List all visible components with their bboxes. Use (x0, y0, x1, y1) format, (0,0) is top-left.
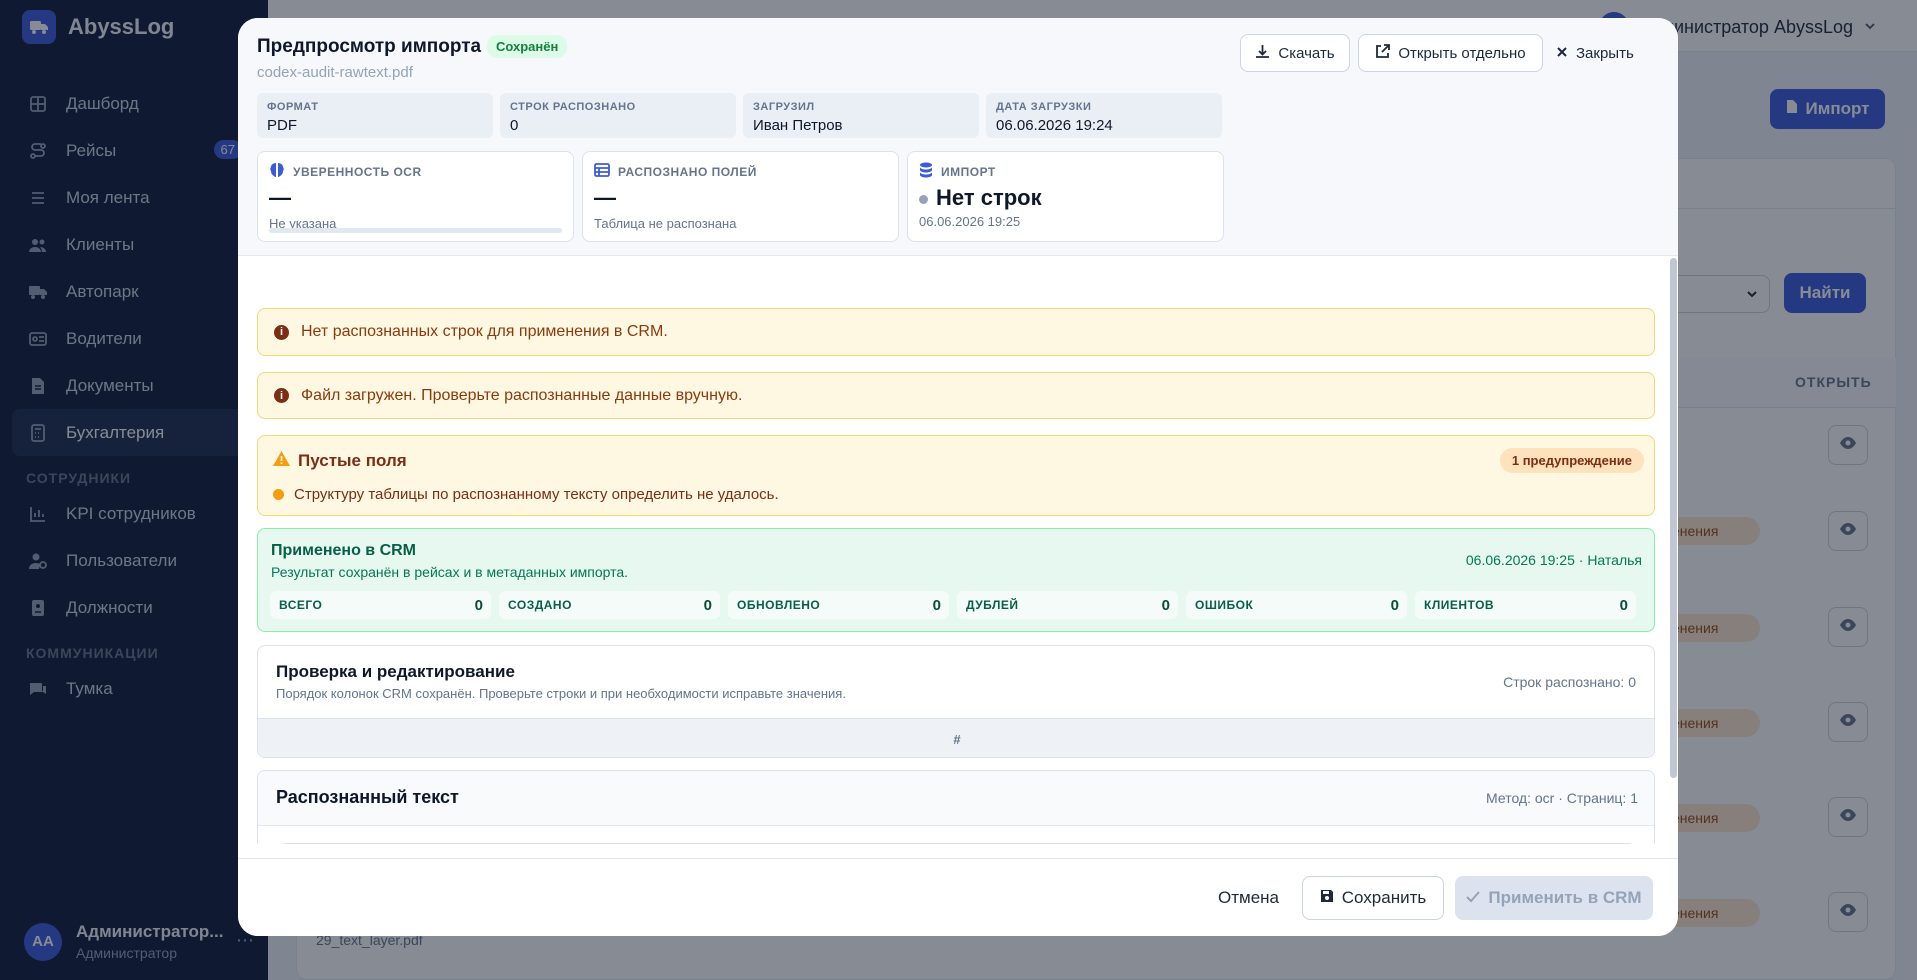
counter-value: 0 (1390, 596, 1399, 614)
save-button-label: Сохранить (1341, 888, 1427, 907)
stat-subtext: Таблица не распознана (594, 216, 737, 231)
counter-clients: КЛИЕНТОВ 0 (1415, 591, 1636, 619)
stat-value: Нет строк (936, 185, 1042, 210)
info-icon: i (274, 388, 289, 403)
open-separately-button[interactable]: Открыть отдельно (1358, 34, 1543, 72)
stat-label: РАСПОЗНАНО ПОЛЕЙ (618, 164, 757, 179)
import-preview-modal: Предпросмотр импорта Сохранён codex-audi… (238, 18, 1678, 936)
applied-title: Применено в CRM (271, 542, 417, 559)
stat-value: — (594, 185, 616, 210)
modal-title: Предпросмотр импорта (257, 36, 482, 57)
recognized-text-header: Распознанный текст Метод: ocr · Страниц:… (258, 771, 1654, 826)
save-button[interactable]: Сохранить (1302, 876, 1444, 920)
review-and-edit-panel: Проверка и редактирование Порядок колоно… (257, 645, 1655, 758)
close-icon (1556, 45, 1568, 62)
database-icon (919, 162, 933, 181)
status-dot (919, 194, 928, 204)
ocr-confidence-card: УВЕРЕННОСТЬ OCR — Не указана (257, 151, 574, 242)
recognized-text-area[interactable] (276, 843, 1638, 844)
warning-dot (273, 489, 284, 500)
meta-label: СТРОК РАСПОЗНАНО (510, 101, 636, 113)
alert-text: Файл загружен. Проверьте распознанные да… (301, 386, 743, 404)
recognized-fields-card: РАСПОЗНАНО ПОЛЕЙ — Таблица не распознана (582, 151, 899, 242)
counter-duplicates: ДУБЛЕЙ 0 (957, 591, 1178, 619)
close-button[interactable]: Закрыть (1556, 34, 1634, 72)
counter-created: СОЗДАНО 0 (499, 591, 720, 619)
open-separately-label: Открыть отдельно (1398, 44, 1526, 62)
stat-label: УВЕРЕННОСТЬ OCR (293, 164, 422, 179)
stat-subtext: 06.06.2026 19:25 (919, 214, 1021, 229)
alert-text: Нет распознанных строк для применения в … (301, 323, 668, 340)
meta-uploaded-by: ЗАГРУЗИЛ Иван Петров (743, 93, 979, 138)
download-icon (1255, 44, 1270, 63)
floppy-disk-icon (1320, 888, 1334, 908)
meta-label: ЗАГРУЗИЛ (753, 101, 815, 113)
download-button[interactable]: Скачать (1240, 34, 1350, 72)
applied-meta: 06.06.2026 19:25 · Наталья (1465, 552, 1642, 568)
counter-label: ОБНОВЛЕНО (737, 598, 821, 612)
modal-header: Предпросмотр импорта Сохранён codex-audi… (238, 18, 1678, 256)
counter-label: ВСЕГО (279, 598, 323, 612)
counter-errors: ОШИБОК 0 (1186, 591, 1407, 619)
check-icon (1466, 888, 1481, 908)
counter-label: СОЗДАНО (508, 598, 572, 612)
meta-value: Иван Петров (753, 117, 843, 134)
modal-footer: Отмена Сохранить Применить в CRM (238, 858, 1678, 936)
review-subtitle: Порядок колонок CRM сохранён. Проверьте … (276, 686, 846, 701)
review-title: Проверка и редактирование (276, 662, 515, 681)
alert-no-rows: i Нет распознанных строк для применения … (257, 308, 1655, 356)
meta-format: ФОРМАТ PDF (257, 93, 493, 138)
meta-value: 06.06.2026 19:24 (996, 117, 1113, 134)
stat-label: ИМПОРТ (941, 164, 996, 179)
meta-label: ФОРМАТ (267, 101, 319, 113)
modal-scrollbar[interactable] (1670, 258, 1677, 778)
external-link-icon (1375, 43, 1391, 63)
apply-button-label: Применить в CRM (1488, 888, 1642, 907)
counter-value: 0 (703, 596, 712, 614)
empty-fields-warning: Пустые поля 1 предупреждение Структуру т… (257, 435, 1655, 516)
counter-value: 0 (932, 596, 941, 614)
stat-value: — (269, 185, 291, 210)
warning-title: Пустые поля (298, 451, 407, 470)
warning-text: Структуру таблицы по распознанному текст… (294, 486, 779, 503)
apply-in-crm-button[interactable]: Применить в CRM (1455, 876, 1653, 920)
meta-value: 0 (510, 117, 519, 134)
meta-label: ДАТА ЗАГРУЗКИ (996, 101, 1092, 113)
applied-in-crm-panel: Применено в CRM Результат сохранён в рей… (257, 528, 1655, 632)
cancel-button[interactable]: Отмена (1200, 876, 1297, 920)
alert-file-uploaded: i Файл загружен. Проверьте распознанные … (257, 372, 1655, 419)
counter-value: 0 (1161, 596, 1170, 614)
import-status-card: ИМПОРТ Нет строк 06.06.2026 19:25 (907, 151, 1224, 242)
counter-updated: ОБНОВЛЕНО 0 (728, 591, 949, 619)
column-header-index: # (258, 718, 1654, 757)
recognized-text-panel: Распознанный текст Метод: ocr · Страниц:… (257, 770, 1655, 844)
download-button-label: Скачать (1278, 44, 1335, 62)
warning-triangle-icon (273, 451, 290, 471)
counter-value: 0 (1619, 596, 1628, 614)
table-icon (594, 162, 610, 181)
status-badge: Сохранён (487, 35, 568, 58)
counter-total: ВСЕГО 0 (270, 591, 491, 619)
counter-label: ДУБЛЕЙ (966, 598, 1019, 612)
modal-body: i Нет распознанных строк для применения … (238, 256, 1678, 844)
info-icon: i (274, 324, 289, 340)
recognized-text-meta: Метод: ocr · Страниц: 1 (1486, 790, 1638, 806)
meta-rows-recognized: СТРОК РАСПОЗНАНО 0 (500, 93, 736, 138)
close-button-label: Закрыть (1576, 44, 1634, 62)
rows-recognized-count: Строк распознано: 0 (1503, 674, 1636, 690)
counter-label: ОШИБОК (1195, 598, 1254, 612)
recognized-text-title: Распознанный текст (276, 787, 459, 807)
counter-label: КЛИЕНТОВ (1424, 598, 1495, 612)
file-name: codex-audit-rawtext.pdf (257, 64, 413, 81)
brain-icon (269, 162, 285, 181)
meta-upload-date: ДАТА ЗАГРУЗКИ 06.06.2026 19:24 (986, 93, 1222, 138)
applied-subtitle: Результат сохранён в рейсах и в метаданн… (271, 564, 629, 580)
counter-value: 0 (474, 596, 483, 614)
meta-value: PDF (267, 117, 297, 134)
ocr-progress-bar (269, 228, 562, 233)
warning-count-badge: 1 предупреждение (1499, 448, 1644, 473)
